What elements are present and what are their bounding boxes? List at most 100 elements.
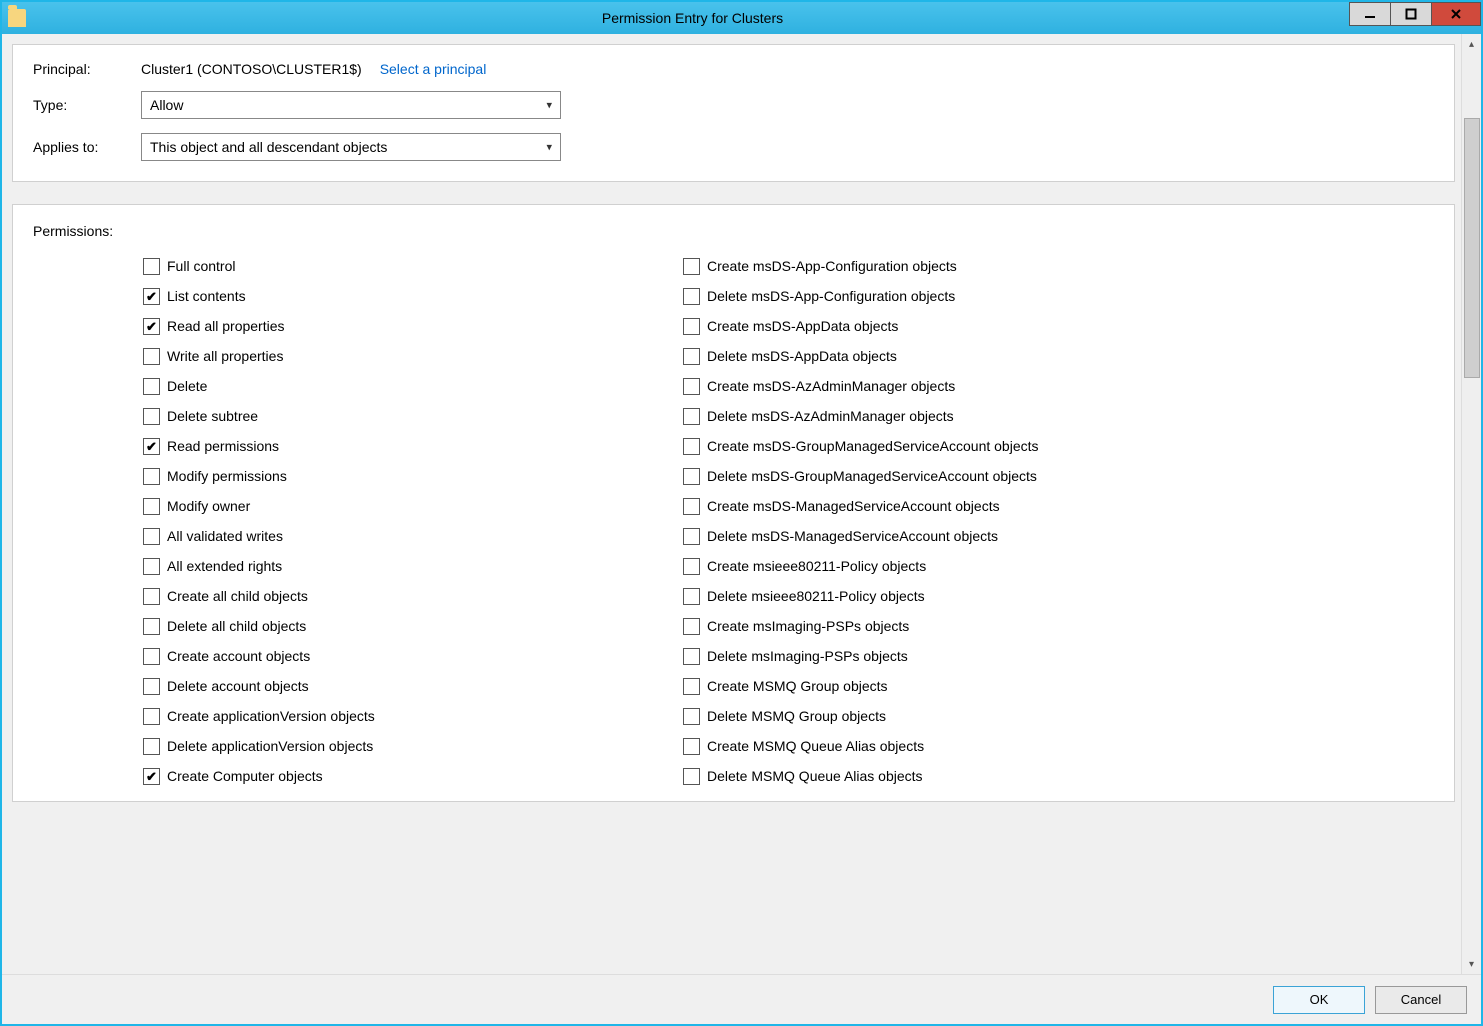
applies-to-row: Applies to: This object and all descenda… — [33, 133, 1434, 161]
permission-item: Create msDS-App-Configuration objects — [683, 251, 1223, 281]
permission-checkbox[interactable] — [683, 378, 700, 395]
permission-checkbox[interactable] — [143, 648, 160, 665]
permissions-col-2: Create msDS-App-Configuration objectsDel… — [683, 251, 1223, 791]
permission-checkbox[interactable] — [683, 708, 700, 725]
permission-label: Delete MSMQ Group objects — [707, 708, 886, 724]
applies-to-select-value: This object and all descendant objects — [150, 139, 387, 155]
dialog-footer: OK Cancel — [2, 974, 1481, 1024]
permission-label: Create account objects — [167, 648, 310, 664]
permission-checkbox[interactable] — [683, 618, 700, 635]
permission-item: Delete subtree — [143, 401, 683, 431]
permission-checkbox[interactable] — [683, 528, 700, 545]
permission-checkbox[interactable] — [683, 678, 700, 695]
permission-checkbox[interactable] — [683, 738, 700, 755]
permission-checkbox[interactable] — [143, 588, 160, 605]
permission-label: Create all child objects — [167, 588, 308, 604]
permission-label: Delete subtree — [167, 408, 258, 424]
permission-checkbox[interactable] — [683, 498, 700, 515]
permission-checkbox[interactable] — [143, 498, 160, 515]
permission-item: Delete msDS-App-Configuration objects — [683, 281, 1223, 311]
permission-checkbox[interactable] — [683, 348, 700, 365]
permission-checkbox[interactable] — [143, 618, 160, 635]
permission-label: Modify permissions — [167, 468, 287, 484]
permission-checkbox[interactable] — [143, 558, 160, 575]
scroll-up-icon[interactable]: ▴ — [1464, 36, 1480, 52]
permission-label: Delete — [167, 378, 207, 394]
permission-checkbox[interactable] — [683, 438, 700, 455]
permission-checkbox[interactable] — [683, 648, 700, 665]
applies-to-label: Applies to: — [33, 139, 141, 155]
permission-checkbox[interactable] — [143, 708, 160, 725]
scroll-thumb[interactable] — [1464, 118, 1480, 378]
permission-item: Delete msieee80211-Policy objects — [683, 581, 1223, 611]
permission-checkbox[interactable] — [143, 378, 160, 395]
permission-item: ✔Read permissions — [143, 431, 683, 461]
permission-label: Delete all child objects — [167, 618, 306, 634]
permission-checkbox[interactable] — [683, 408, 700, 425]
permission-label: Delete applicationVersion objects — [167, 738, 373, 754]
scroll-pane: Principal: Cluster1 (CONTOSO\CLUSTER1$) … — [2, 34, 1481, 974]
content-area: Principal: Cluster1 (CONTOSO\CLUSTER1$) … — [2, 34, 1481, 1024]
ok-button[interactable]: OK — [1273, 986, 1365, 1014]
permission-item: Create msDS-GroupManagedServiceAccount o… — [683, 431, 1223, 461]
permission-label: Create msDS-AppData objects — [707, 318, 898, 334]
permission-checkbox[interactable]: ✔ — [143, 768, 160, 785]
permission-item: ✔List contents — [143, 281, 683, 311]
permission-checkbox[interactable]: ✔ — [143, 438, 160, 455]
permission-item: Delete applicationVersion objects — [143, 731, 683, 761]
permission-item: ✔Create Computer objects — [143, 761, 683, 791]
permission-checkbox[interactable] — [683, 768, 700, 785]
permission-item: Create msieee80211-Policy objects — [683, 551, 1223, 581]
scroll-down-icon[interactable]: ▾ — [1464, 956, 1480, 972]
permission-item: Delete msImaging-PSPs objects — [683, 641, 1223, 671]
permission-checkbox[interactable] — [143, 738, 160, 755]
vertical-scrollbar[interactable]: ▴ ▾ — [1461, 34, 1481, 974]
permission-checkbox[interactable] — [683, 468, 700, 485]
permission-checkbox[interactable] — [143, 528, 160, 545]
permission-label: Delete MSMQ Queue Alias objects — [707, 768, 923, 784]
maximize-button[interactable] — [1390, 2, 1432, 26]
permission-checkbox[interactable] — [683, 318, 700, 335]
select-principal-link[interactable]: Select a principal — [380, 61, 487, 77]
permission-item: Create msDS-ManagedServiceAccount object… — [683, 491, 1223, 521]
applies-to-select[interactable]: This object and all descendant objects ▾ — [141, 133, 561, 161]
permission-checkbox[interactable]: ✔ — [143, 288, 160, 305]
permission-label: All extended rights — [167, 558, 282, 574]
permission-label: Create msieee80211-Policy objects — [707, 558, 926, 574]
permission-item: Delete MSMQ Queue Alias objects — [683, 761, 1223, 791]
permission-label: Full control — [167, 258, 235, 274]
permission-checkbox[interactable]: ✔ — [143, 318, 160, 335]
permission-label: Delete account objects — [167, 678, 309, 694]
permission-item: All validated writes — [143, 521, 683, 551]
cancel-button[interactable]: Cancel — [1375, 986, 1467, 1014]
principal-group: Principal: Cluster1 (CONTOSO\CLUSTER1$) … — [12, 44, 1455, 182]
close-button[interactable] — [1431, 2, 1481, 26]
permission-label: Create applicationVersion objects — [167, 708, 375, 724]
permission-item: Create MSMQ Group objects — [683, 671, 1223, 701]
type-select[interactable]: Allow ▾ — [141, 91, 561, 119]
permission-checkbox[interactable] — [143, 408, 160, 425]
principal-row: Principal: Cluster1 (CONTOSO\CLUSTER1$) … — [33, 61, 1434, 77]
permission-checkbox[interactable] — [143, 468, 160, 485]
permission-checkbox[interactable] — [143, 258, 160, 275]
permission-label: Delete msDS-ManagedServiceAccount object… — [707, 528, 998, 544]
scroll-track[interactable] — [1464, 52, 1480, 956]
permission-item: Create account objects — [143, 641, 683, 671]
permission-checkbox[interactable] — [143, 678, 160, 695]
window-title: Permission Entry for Clusters — [34, 10, 1481, 26]
permission-label: Delete msieee80211-Policy objects — [707, 588, 925, 604]
permission-checkbox[interactable] — [683, 588, 700, 605]
permission-item: Delete msDS-GroupManagedServiceAccount o… — [683, 461, 1223, 491]
principal-value: Cluster1 (CONTOSO\CLUSTER1$) — [141, 61, 362, 77]
permission-label: Modify owner — [167, 498, 250, 514]
permission-checkbox[interactable] — [683, 288, 700, 305]
permissions-title: Permissions: — [33, 223, 1434, 239]
minimize-button[interactable] — [1349, 2, 1391, 26]
type-row: Type: Allow ▾ — [33, 91, 1434, 119]
permission-checkbox[interactable] — [143, 348, 160, 365]
titlebar: Permission Entry for Clusters — [2, 2, 1481, 34]
permission-item: All extended rights — [143, 551, 683, 581]
permission-label: Create msDS-AzAdminManager objects — [707, 378, 955, 394]
permission-checkbox[interactable] — [683, 558, 700, 575]
permission-checkbox[interactable] — [683, 258, 700, 275]
